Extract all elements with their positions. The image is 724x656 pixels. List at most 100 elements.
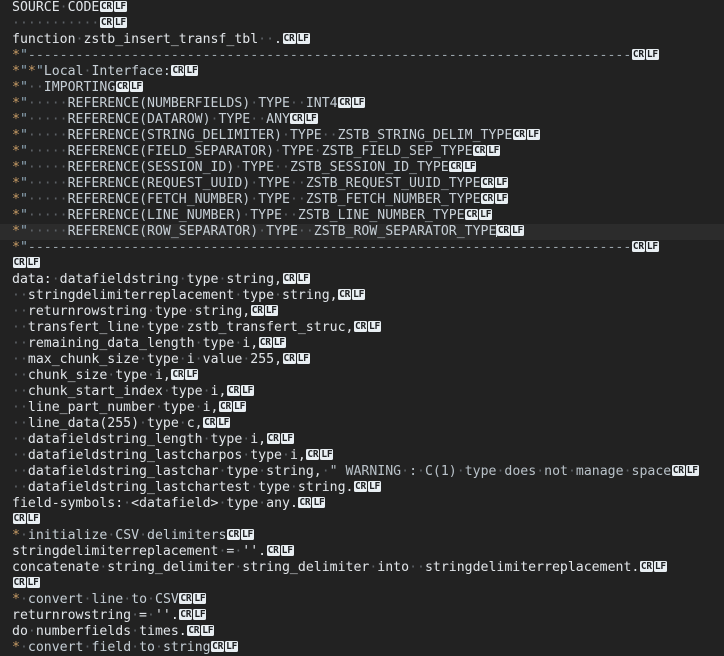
code-line[interactable]: ··chunk_start_index·type·i, CR LF bbox=[0, 384, 724, 400]
code-line[interactable]: concatenate·string_delimiter·string_deli… bbox=[0, 560, 724, 576]
whitespace-dot: · bbox=[123, 496, 132, 511]
code-text-area[interactable]: SOURCE·CODE CR LF ··········· CR LF function·z… bbox=[0, 0, 724, 656]
code-line[interactable]: CR LF bbox=[0, 576, 724, 592]
code-token: * bbox=[12, 128, 20, 143]
eol-marker: CR LF bbox=[203, 415, 231, 431]
code-token: * bbox=[12, 160, 20, 175]
code-line[interactable]: *"·····REFERENCE(LINE_NUMBER)·TYPE··ZSTB… bbox=[0, 208, 724, 224]
code-line[interactable]: *·convert·line·to·CSV CR LF bbox=[0, 592, 724, 608]
code-line[interactable]: ··returnrowstring·type·string, CR LF bbox=[0, 304, 724, 320]
whitespace-dot: · bbox=[567, 464, 576, 479]
code-line[interactable]: *·initialize·CSV·delimiters CR LF bbox=[0, 528, 724, 544]
code-token: chunk_size bbox=[27, 368, 108, 383]
code-line[interactable]: ··chunk_size·type·i, CR LF bbox=[0, 368, 724, 384]
code-token: not bbox=[544, 464, 568, 479]
eol-marker: CR LF bbox=[282, 351, 310, 367]
eol-cr-badge: CR bbox=[512, 128, 526, 140]
whitespace-dot: · bbox=[313, 144, 322, 159]
code-token: INT4 bbox=[305, 96, 338, 111]
whitespace-dot: · bbox=[146, 304, 155, 319]
eol-lf-badge: LF bbox=[296, 352, 310, 364]
code-line[interactable]: ··datafieldstring_lastcharpos·type·i, CR L… bbox=[0, 448, 724, 464]
code-line[interactable]: data:·datafieldstring·type·string, CR LF bbox=[0, 272, 724, 288]
eol-cr-badge: CR bbox=[473, 144, 487, 156]
code-line[interactable]: *"·····REFERENCE(FETCH_NUMBER)·TYPE··ZST… bbox=[0, 192, 724, 208]
eol-marker: CR LF bbox=[211, 639, 239, 655]
code-line[interactable]: *"·····REFERENCE(ROW_SEPARATOR)·TYPE··ZS… bbox=[0, 224, 724, 240]
code-line[interactable]: ··datafieldstring_length·type·i, CR LF bbox=[0, 432, 724, 448]
code-token: convert bbox=[27, 592, 84, 607]
whitespace-dot: · bbox=[131, 624, 140, 639]
code-line[interactable]: *"*"Local·Interface: CR LF bbox=[0, 64, 724, 80]
code-line[interactable]: *"·····REFERENCE(SESSION_ID)·TYPE··ZSTB_… bbox=[0, 160, 724, 176]
code-token: REFERENCE(DATAROW) bbox=[67, 112, 211, 127]
code-line[interactable]: ··········· CR LF bbox=[0, 16, 724, 32]
code-token: TYPE bbox=[266, 224, 298, 239]
code-line[interactable]: ··line_data(255)·type·c, CR LF bbox=[0, 416, 724, 432]
code-line[interactable]: function·zstb_insert_transf_tbl··. CR LF bbox=[0, 32, 724, 48]
code-line[interactable]: stringdelimiterreplacement·=·''. CR LF bbox=[0, 544, 724, 560]
code-line[interactable]: *"··IMPORTING CR LF bbox=[0, 80, 724, 96]
whitespace-dot: ·· bbox=[289, 96, 306, 111]
code-token: line_part_number bbox=[27, 400, 155, 415]
code-token: ZSTB_FETCH_NUMBER_TYPE bbox=[305, 192, 481, 207]
eol-lf-badge: LF bbox=[233, 400, 247, 412]
code-token: type bbox=[242, 288, 275, 303]
whitespace-dot: · bbox=[274, 288, 282, 303]
eol-marker: CR LF bbox=[639, 559, 667, 575]
code-token: type bbox=[226, 464, 259, 479]
code-line[interactable]: *"·····REFERENCE(DATAROW)·TYPE··ANY CR LF bbox=[0, 112, 724, 128]
code-line[interactable]: ··transfert_line·type·zstb_transfert_str… bbox=[0, 320, 724, 336]
code-line[interactable]: ··max_chunk_size·type·i·value·255, CR LF bbox=[0, 352, 724, 368]
code-line[interactable]: ··datafieldstring_lastchar·type·string,·… bbox=[0, 464, 724, 480]
code-line[interactable]: *"·····REFERENCE(STRING_DELIMITER)·TYPE·… bbox=[0, 128, 724, 144]
code-line[interactable]: returnrowstring·=·''. CR LF bbox=[0, 608, 724, 624]
eol-marker: CR LF bbox=[496, 223, 524, 239]
code-line[interactable]: ··stringdelimiterreplacement·type·string… bbox=[0, 288, 724, 304]
code-token: * bbox=[12, 240, 20, 255]
eol-marker: CR LF bbox=[179, 607, 207, 623]
code-token: manage bbox=[575, 464, 624, 479]
code-line[interactable]: ··remaining_data_length·type·i, CR LF bbox=[0, 336, 724, 352]
code-editor[interactable]: SOURCE·CODE CR LF ··········· CR LF function·z… bbox=[0, 0, 724, 656]
eol-lf-badge: LF bbox=[193, 608, 207, 620]
eol-lf-badge: LF bbox=[26, 512, 40, 524]
eol-lf-badge: LF bbox=[185, 64, 199, 76]
whitespace-dot: ·· bbox=[409, 560, 425, 575]
code-line[interactable]: ··datafieldstring_lastchartest·type·stri… bbox=[0, 480, 724, 496]
code-token: transfert_line bbox=[27, 320, 140, 335]
code-line[interactable]: *"--------------------------------------… bbox=[0, 240, 724, 256]
code-line[interactable]: *"--------------------------------------… bbox=[0, 48, 724, 64]
code-token: REFERENCE(STRING_DELIMITER) bbox=[67, 128, 282, 143]
code-line[interactable]: *"·····REFERENCE(NUMBERFIELDS)·TYPE··INT… bbox=[0, 96, 724, 112]
code-token: * bbox=[12, 192, 20, 207]
code-token: type bbox=[464, 464, 497, 479]
eol-lf-badge: LF bbox=[296, 272, 310, 284]
code-token: CSV bbox=[115, 528, 140, 543]
eol-lf-badge: LF bbox=[296, 32, 310, 44]
code-line[interactable]: *"·····REFERENCE(REQUEST_UUID)·TYPE··ZST… bbox=[0, 176, 724, 192]
code-token: datafieldstring_lastcharpos bbox=[27, 448, 243, 463]
eol-lf-badge: LF bbox=[653, 560, 667, 572]
code-line[interactable]: ··line_part_number·type·i, CR LF bbox=[0, 400, 724, 416]
code-line[interactable]: do·numberfields·times. CR LF bbox=[0, 624, 724, 640]
whitespace-dot: ·· bbox=[12, 320, 28, 335]
code-token: type bbox=[147, 416, 179, 431]
eol-cr-badge: CR bbox=[282, 352, 296, 364]
whitespace-dot: · bbox=[258, 224, 267, 239]
code-token: TYPE bbox=[258, 176, 290, 191]
whitespace-dot: · bbox=[321, 464, 330, 479]
code-token: " bbox=[19, 176, 28, 191]
code-token: * bbox=[12, 592, 20, 607]
code-token: datafieldstring_length bbox=[27, 432, 203, 447]
code-line[interactable]: field-symbols:·<datafield>·type·any. CR LF bbox=[0, 496, 724, 512]
code-line[interactable]: CR LF bbox=[0, 256, 724, 272]
eol-lf-badge: LF bbox=[280, 432, 294, 444]
code-line[interactable]: CR LF bbox=[0, 512, 724, 528]
code-token: ZSTB_STRING_DELIM_TYPE bbox=[337, 128, 513, 143]
code-token: * bbox=[12, 208, 20, 223]
code-line[interactable]: SOURCE·CODE CR LF bbox=[0, 0, 724, 16]
code-token: ZSTB_LINE_NUMBER_TYPE bbox=[297, 208, 465, 223]
code-line[interactable]: *"·····REFERENCE(FIELD_SEPARATOR)·TYPE·Z… bbox=[0, 144, 724, 160]
whitespace-dot: · bbox=[250, 480, 259, 495]
